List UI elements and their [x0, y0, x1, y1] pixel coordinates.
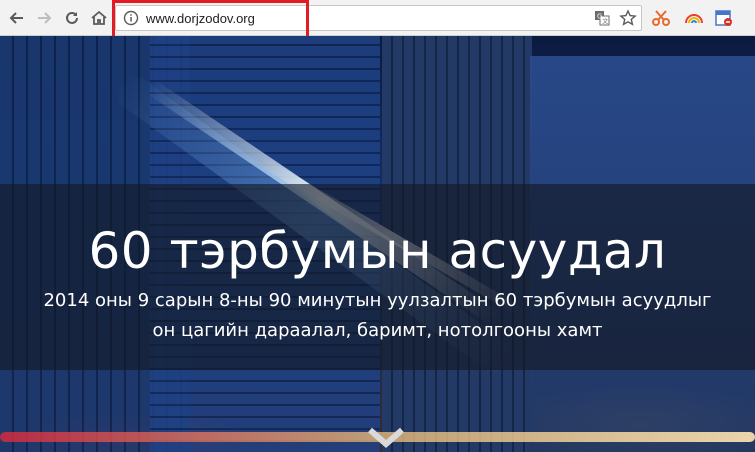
calendar-extension-icon[interactable] [712, 6, 736, 30]
star-icon[interactable] [619, 9, 637, 32]
back-icon[interactable] [5, 6, 29, 30]
svg-text:文: 文 [602, 18, 608, 26]
hero-title: 60 тэрбумын асуудал [88, 222, 667, 280]
home-icon[interactable] [87, 6, 111, 30]
chevron-down-icon[interactable] [366, 424, 406, 452]
rainbow-extension-icon[interactable] [682, 6, 706, 30]
hero-section: 60 тэрбумын асуудал 2014 оны 9 сарын 8-н… [0, 36, 755, 452]
translate-icon[interactable]: G文 [594, 10, 610, 31]
hero-subtitle: 2014 оны 9 сарын 8-ны 90 минутын уулзалт… [43, 290, 712, 341]
reload-icon[interactable] [60, 6, 84, 30]
scissors-extension-icon[interactable] [649, 6, 673, 30]
forward-icon[interactable] [32, 6, 56, 30]
